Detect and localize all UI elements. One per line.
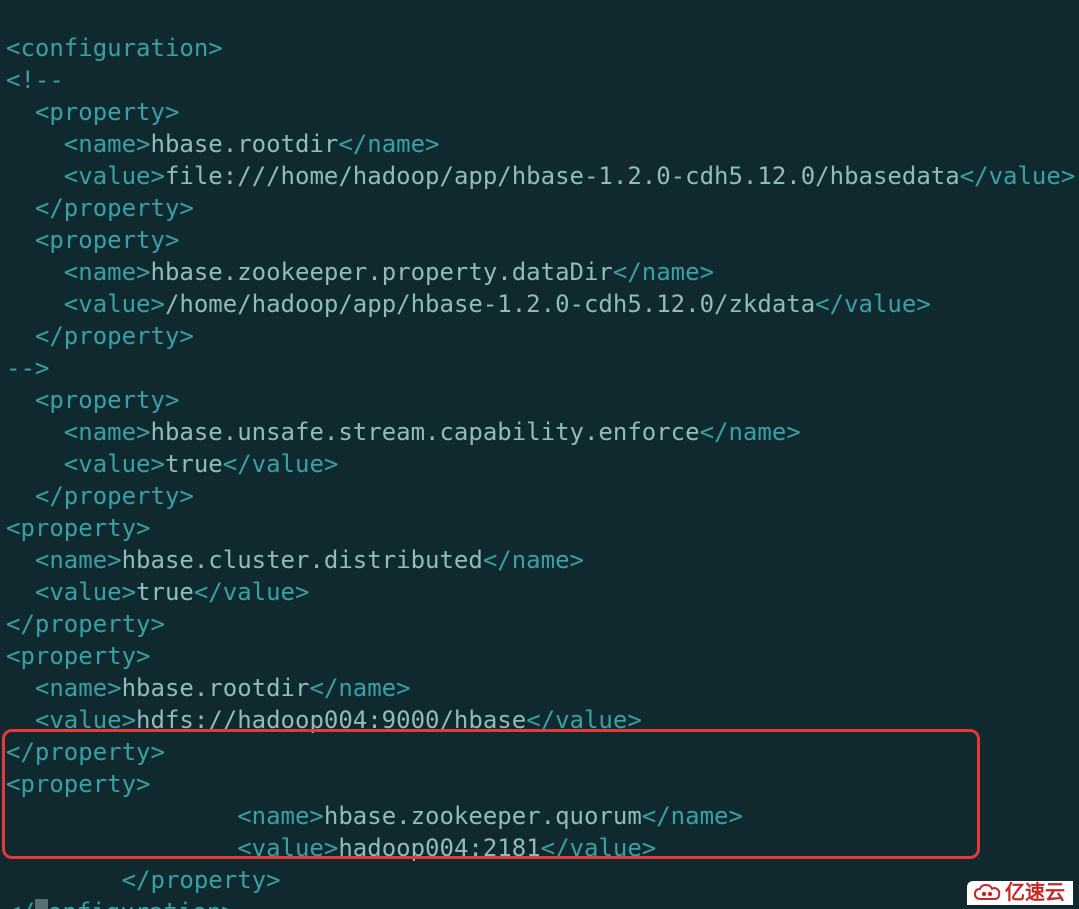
property-close: </property> (6, 482, 194, 510)
value-open: <value> (6, 706, 136, 734)
watermark-badge: 亿速云 (967, 881, 1073, 905)
value-open: <value> (6, 162, 165, 190)
name-close: </name> (613, 258, 714, 286)
name-open: <name> (6, 418, 151, 446)
value-open: <value> (6, 834, 338, 862)
name-open: <name> (6, 546, 122, 574)
name-close: </name> (309, 674, 410, 702)
value-close: </value> (815, 290, 931, 318)
comment-open: <!-- (6, 66, 64, 94)
property-close: </property> (6, 610, 165, 638)
value-value: /home/hadoop/app/hbase-1.2.0-cdh5.12.0/z… (165, 290, 815, 318)
name-open: <name> (6, 674, 122, 702)
name-close: </name> (642, 802, 743, 830)
name-close: </name> (483, 546, 584, 574)
value-value: true (136, 578, 194, 606)
value-close: </value> (194, 578, 310, 606)
name-value: hbase.cluster.distributed (122, 546, 483, 574)
code-block: <configuration> <!-- <property> <name>hb… (0, 0, 1079, 909)
property-open: <property> (6, 770, 151, 798)
value-open: <value> (6, 578, 136, 606)
name-open: <name> (6, 130, 151, 158)
property-open: <property> (6, 514, 151, 542)
name-value: hbase.unsafe.stream.capability.enforce (151, 418, 700, 446)
value-open: <value> (6, 290, 165, 318)
value-close: </value> (526, 706, 642, 734)
value-value: file:///home/hadoop/app/hbase-1.2.0-cdh5… (165, 162, 960, 190)
value-close: </value> (541, 834, 657, 862)
property-open: <property> (6, 226, 179, 254)
cloud-icon (973, 883, 1001, 903)
property-open: <property> (6, 642, 151, 670)
watermark-text: 亿速云 (1005, 883, 1065, 903)
value-value: hdfs://hadoop004:9000/hbase (136, 706, 526, 734)
name-close: </name> (700, 418, 801, 446)
configuration-close-prefix: </ (6, 898, 35, 909)
name-value: hbase.rootdir (151, 130, 339, 158)
property-close: </property> (6, 866, 281, 894)
name-close: </name> (338, 130, 439, 158)
value-value: true (165, 450, 223, 478)
name-value: hbase.rootdir (122, 674, 310, 702)
property-close: </property> (6, 322, 194, 350)
comment-close: --> (6, 354, 49, 382)
name-value: hbase.zookeeper.property.dataDir (151, 258, 613, 286)
configuration-open-tag: <configuration> (6, 34, 223, 62)
name-open: <name> (6, 258, 151, 286)
value-close: </value> (960, 162, 1076, 190)
text-cursor (35, 899, 48, 909)
value-value: hadoop004:2181 (338, 834, 540, 862)
property-close: </property> (6, 194, 194, 222)
name-value: hbase.zookeeper.quorum (324, 802, 642, 830)
value-close: </value> (223, 450, 339, 478)
property-open: <property> (6, 386, 179, 414)
configuration-close-suffix: onfiguration> (48, 898, 236, 909)
name-open: <name> (6, 802, 324, 830)
value-open: <value> (6, 450, 165, 478)
property-open: <property> (6, 98, 179, 126)
property-close: </property> (6, 738, 165, 766)
